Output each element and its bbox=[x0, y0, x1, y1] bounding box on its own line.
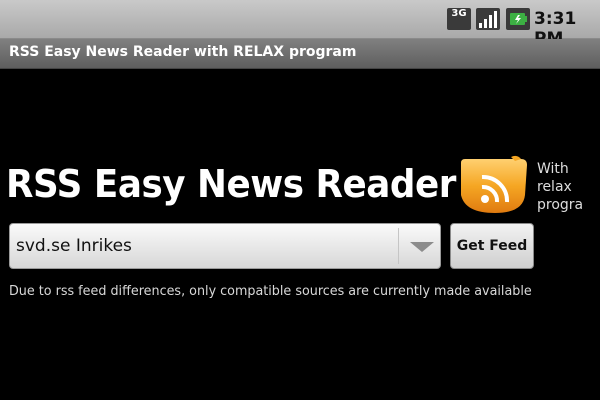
status-bar: 3G 3:31 PM bbox=[0, 0, 600, 49]
battery-icon bbox=[506, 8, 530, 30]
compatibility-note: Due to rss feed differences, only compat… bbox=[9, 284, 532, 299]
title-bar: RSS Easy News Reader with RELAX program bbox=[0, 39, 600, 69]
feed-source-spinner[interactable]: svd.se Inrikes bbox=[9, 223, 441, 269]
header-title: RSS Easy News Reader bbox=[6, 162, 456, 206]
app-screen: 3G 3:31 PM RSS Easy News Reader with REL… bbox=[0, 0, 600, 400]
relax-side-text: With relax progra bbox=[537, 161, 584, 213]
chevron-down-icon bbox=[410, 242, 434, 252]
3g-icon: 3G bbox=[447, 8, 471, 30]
app-title: RSS Easy News Reader with RELAX program bbox=[9, 44, 357, 60]
spinner-divider bbox=[398, 228, 399, 264]
rss-logo-icon bbox=[461, 155, 527, 213]
network-label: 3G bbox=[451, 8, 467, 19]
signal-icon bbox=[476, 8, 500, 30]
feed-source-value: svd.se Inrikes bbox=[16, 236, 132, 256]
get-feed-button[interactable]: Get Feed bbox=[450, 223, 534, 269]
